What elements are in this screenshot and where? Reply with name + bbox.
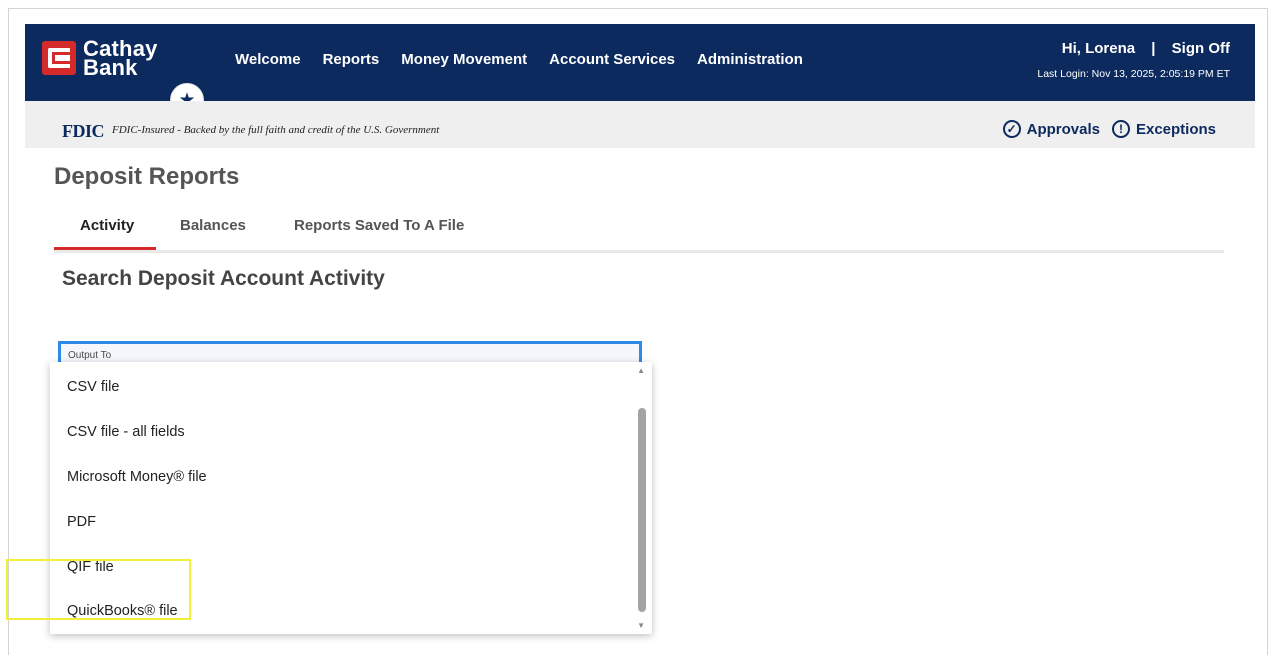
fdic-bar: FDIC FDIC-Insured - Backed by the full f… <box>25 101 1255 148</box>
page-title: Deposit Reports <box>54 163 240 190</box>
last-login: Last Login: Nov 13, 2025, 2:05:19 PM ET <box>1037 68 1230 80</box>
scroll-up-arrow-icon[interactable]: ▲ <box>637 366 645 375</box>
exceptions-link[interactable]: ! Exceptions <box>1111 120 1216 138</box>
scroll-down-arrow-icon[interactable]: ▼ <box>637 621 645 630</box>
nav-money-movement[interactable]: Money Movement <box>401 51 527 68</box>
exceptions-label: Exceptions <box>1135 120 1216 138</box>
dropdown-scrollbar[interactable] <box>638 408 646 612</box>
highlight-box <box>6 559 191 620</box>
option-csv-file[interactable]: CSV file <box>67 379 119 395</box>
report-tabs: Activity Balances Reports Saved To A Fil… <box>54 210 1224 253</box>
check-circle-icon: ✓ <box>1002 120 1021 138</box>
nav-welcome[interactable]: Welcome <box>235 51 301 68</box>
cathay-logo-icon <box>42 41 76 75</box>
fdic-logo: FDIC <box>62 121 105 141</box>
option-pdf[interactable]: PDF <box>67 514 96 530</box>
sign-off-link[interactable]: Sign Off <box>1172 40 1230 57</box>
approvals-link[interactable]: ✓ Approvals <box>1002 120 1100 138</box>
top-navigation-bar: Cathay Bank Welcome Reports Money Moveme… <box>25 24 1255 101</box>
approvals-label: Approvals <box>1026 120 1100 138</box>
nav-administration[interactable]: Administration <box>697 51 803 68</box>
option-csv-all-fields[interactable]: CSV file - all fields <box>67 424 185 440</box>
header-actions: ✓ Approvals ! Exceptions <box>995 120 1216 138</box>
nav-reports[interactable]: Reports <box>323 51 380 68</box>
section-title: Search Deposit Account Activity <box>62 267 385 290</box>
user-panel: Hi, Lorena | Sign Off Last Login: Nov 13… <box>1037 40 1230 80</box>
separator: | <box>1151 40 1156 57</box>
tab-activity[interactable]: Activity <box>80 217 134 234</box>
fdic-text: FDIC-Insured - Backed by the full faith … <box>112 124 440 136</box>
main-nav: Welcome Reports Money Movement Account S… <box>235 51 825 68</box>
tab-reports-saved[interactable]: Reports Saved To A File <box>294 217 464 234</box>
output-to-label: Output To <box>68 350 112 361</box>
user-greeting: Hi, Lorena <box>1061 40 1136 57</box>
option-microsoft-money[interactable]: Microsoft Money® file <box>67 469 207 485</box>
logo-text: Cathay Bank <box>83 38 158 79</box>
cathay-bank-logo[interactable]: Cathay Bank <box>42 38 158 79</box>
exclamation-circle-icon: ! <box>1111 120 1130 138</box>
tab-balances[interactable]: Balances <box>180 217 246 234</box>
nav-account-services[interactable]: Account Services <box>549 51 675 68</box>
active-tab-indicator <box>54 247 156 250</box>
